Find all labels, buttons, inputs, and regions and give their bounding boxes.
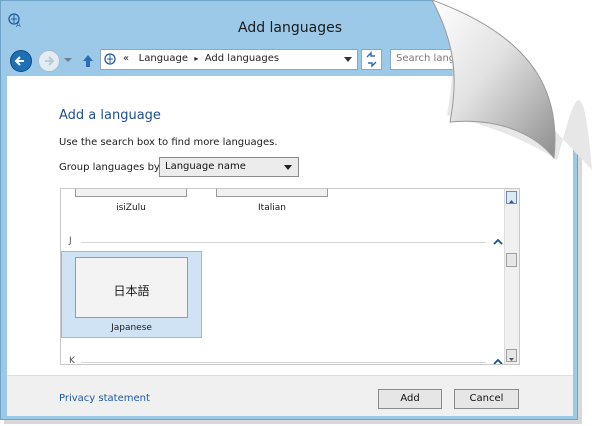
group-divider bbox=[81, 242, 486, 243]
refresh-icon bbox=[366, 51, 377, 68]
breadcrumb-separator[interactable]: ▸ bbox=[194, 54, 198, 63]
content-area: Add a language Use the search box to fin… bbox=[7, 76, 573, 416]
breadcrumb-overflow[interactable]: « bbox=[123, 53, 129, 64]
language-preview: 日本語 bbox=[75, 257, 188, 318]
vertical-scrollbar[interactable] bbox=[504, 189, 519, 364]
language-name-isizulu: isiZulu bbox=[116, 203, 146, 213]
group-by-label: Group languages by: bbox=[59, 162, 163, 173]
scroll-down-icon[interactable] bbox=[506, 349, 517, 362]
language-list: isiZulu Italian J 日本語 Japanese K bbox=[60, 188, 520, 365]
add-languages-window: A Add languages « Language ▸ Add languag… bbox=[0, 0, 578, 420]
window-title: Add languages bbox=[237, 20, 343, 36]
search-input[interactable]: Search langua bbox=[390, 49, 577, 70]
breadcrumb-add-languages[interactable]: Add languages bbox=[205, 53, 279, 64]
add-button[interactable]: Add bbox=[378, 389, 442, 409]
language-tile-isizulu[interactable] bbox=[75, 189, 187, 197]
scroll-down-glyph bbox=[509, 358, 514, 361]
address-dropdown-icon[interactable] bbox=[344, 57, 352, 62]
language-icon bbox=[104, 53, 116, 65]
back-button[interactable] bbox=[10, 50, 32, 72]
up-arrow-icon[interactable] bbox=[81, 53, 95, 69]
language-name-italian: Italian bbox=[258, 203, 286, 213]
title-bar: A Add languages bbox=[1, 1, 577, 41]
cancel-button[interactable]: Cancel bbox=[454, 389, 519, 409]
scroll-up-icon[interactable] bbox=[506, 191, 517, 204]
recent-locations-icon[interactable] bbox=[63, 55, 73, 65]
address-bar[interactable]: « Language ▸ Add languages bbox=[100, 49, 358, 70]
chevron-up-icon[interactable] bbox=[493, 238, 503, 246]
scroll-thumb[interactable] bbox=[506, 253, 517, 267]
breadcrumb: « Language ▸ Add languages bbox=[123, 53, 279, 64]
forward-button[interactable] bbox=[38, 50, 60, 72]
language-glyph: 日本語 bbox=[113, 284, 150, 298]
page-title: Add a language bbox=[59, 108, 161, 123]
navigation-bar: « Language ▸ Add languages Search langua bbox=[1, 45, 577, 73]
scroll-up-glyph bbox=[509, 200, 514, 203]
dialog-footer: Privacy statement Add Cancel bbox=[7, 375, 573, 416]
refresh-button[interactable] bbox=[361, 49, 382, 70]
group-header-k[interactable]: K bbox=[69, 356, 75, 364]
group-by-select[interactable]: Language name bbox=[159, 157, 299, 177]
forward-arrow-icon bbox=[45, 56, 55, 66]
chevron-up-icon[interactable] bbox=[493, 358, 503, 365]
language-name-japanese: Japanese bbox=[111, 323, 152, 333]
group-divider bbox=[81, 362, 486, 363]
group-header-j[interactable]: J bbox=[69, 236, 72, 246]
dropdown-arrow-icon bbox=[284, 165, 292, 170]
language-tile-italian[interactable] bbox=[216, 189, 328, 197]
page-description: Use the search box to find more language… bbox=[59, 137, 278, 148]
back-arrow-icon bbox=[14, 56, 24, 66]
privacy-statement-link[interactable]: Privacy statement bbox=[59, 393, 150, 404]
breadcrumb-language[interactable]: Language bbox=[139, 53, 188, 64]
language-tile-japanese[interactable]: 日本語 Japanese bbox=[61, 251, 202, 338]
group-by-value: Language name bbox=[165, 161, 246, 172]
